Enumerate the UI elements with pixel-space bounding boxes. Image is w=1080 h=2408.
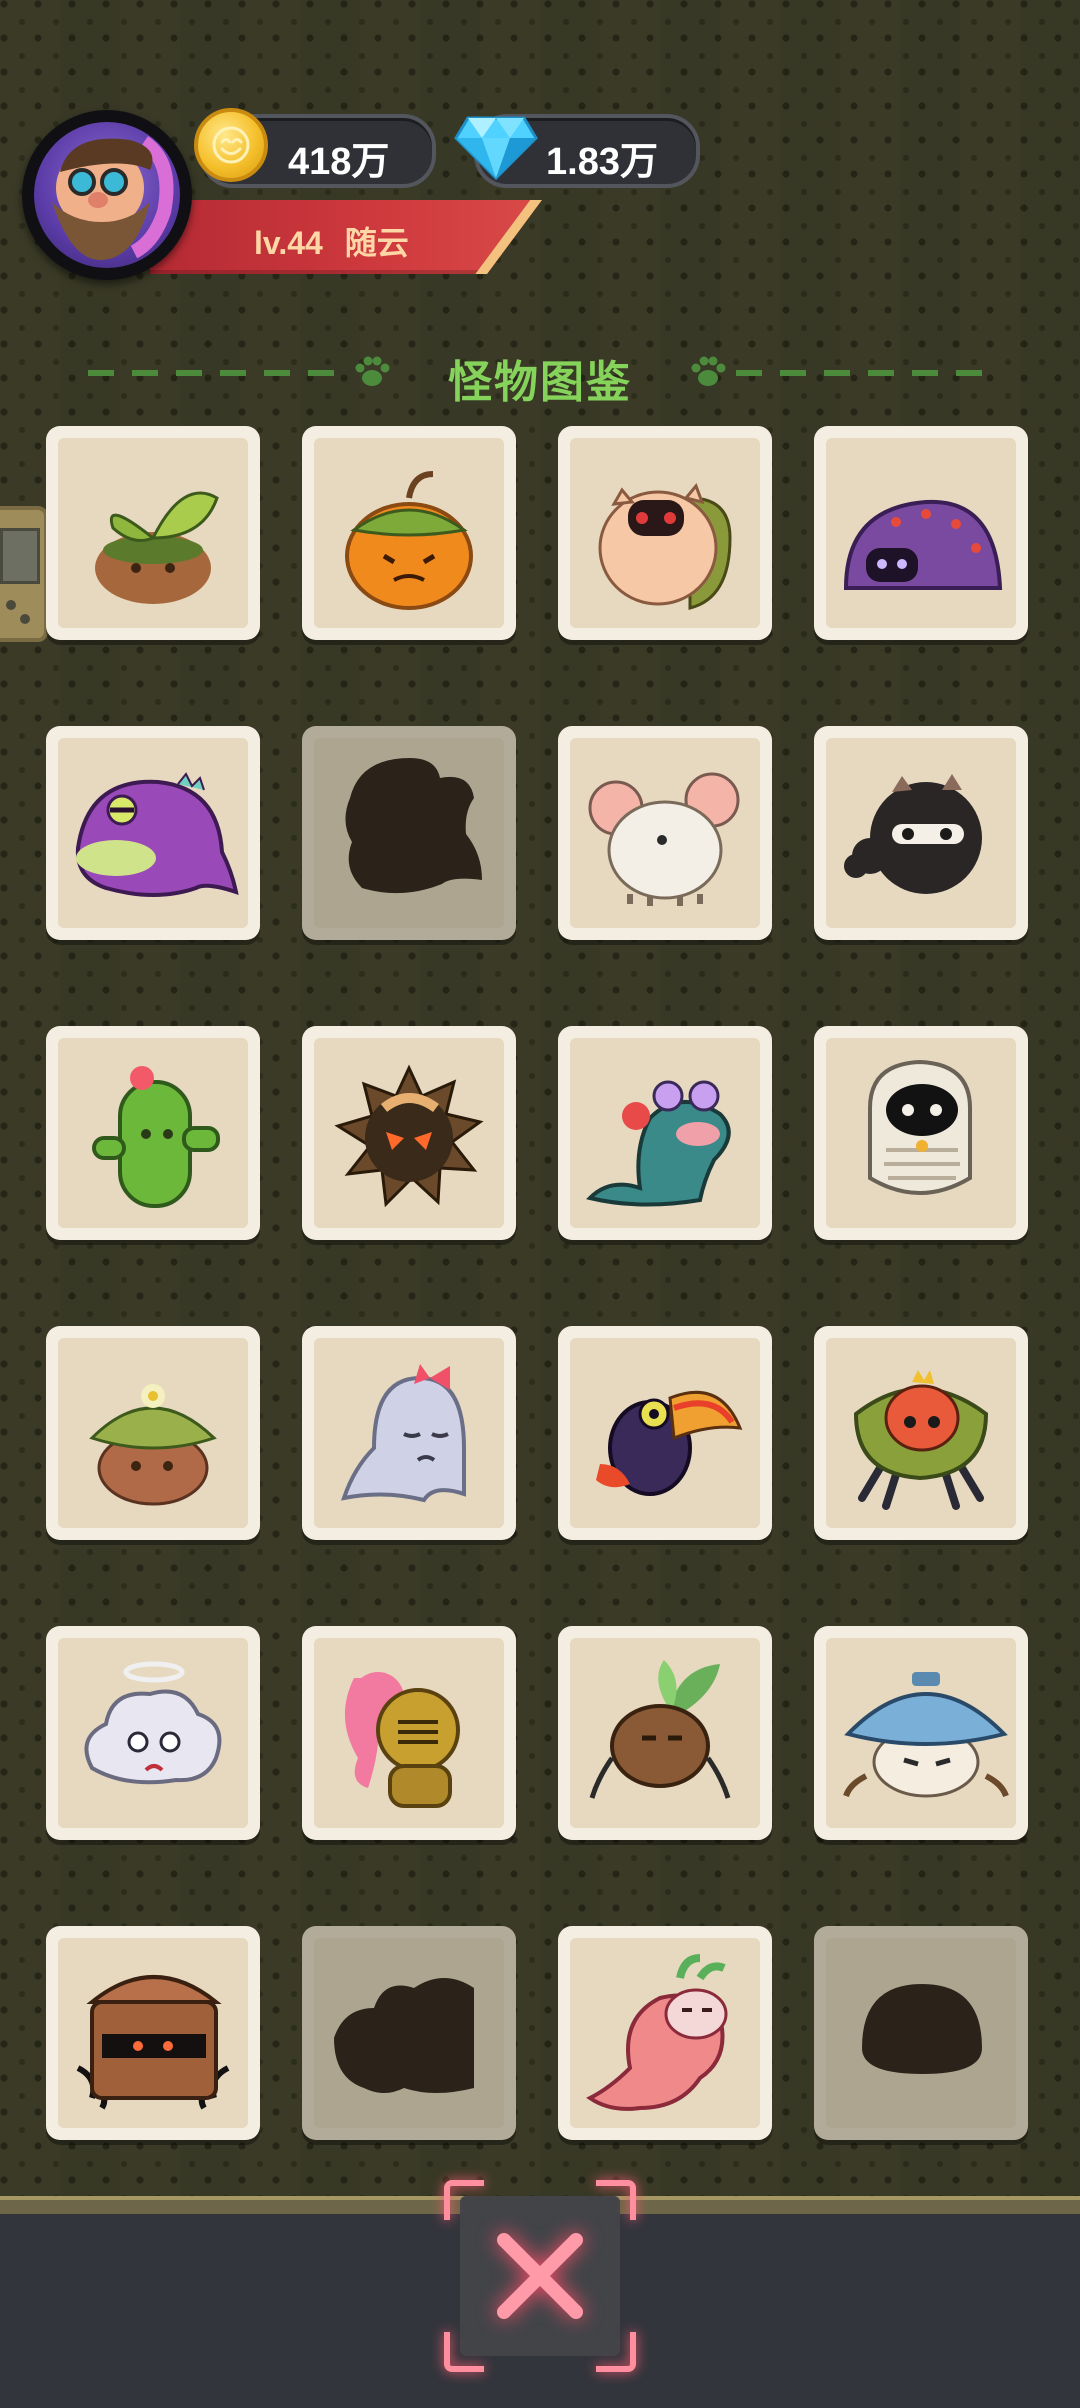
focus-corner [596, 2180, 636, 2220]
knight-monster-icon [344, 1672, 460, 1808]
monster-card-white-mouse-monster[interactable] [558, 726, 772, 940]
monster-card-teal-slug-monster[interactable] [558, 1026, 772, 1240]
monster-card-flower-dirt-monster[interactable] [46, 1326, 260, 1540]
pig-snail-monster-icon [598, 483, 732, 610]
monster-card-unknown-silhouette-1[interactable] [302, 726, 516, 940]
monster-card-cactus-monster[interactable] [46, 1026, 260, 1240]
monster-card-flower-spider-monster[interactable] [814, 1326, 1028, 1540]
player-name: 随云 [344, 225, 409, 261]
monster-card-spiky-chestnut-monster[interactable] [302, 1026, 516, 1240]
monster-card-knight-monster[interactable] [302, 1626, 516, 1840]
monster-grid [46, 426, 1036, 2140]
purple-dino-monster-icon [75, 772, 239, 897]
flower-spider-monster-icon [853, 1370, 989, 1510]
mummy-monster-icon [868, 1059, 972, 1195]
monster-card-mushroom-hat-monster[interactable] [814, 1626, 1028, 1840]
pot-plant-monster-icon [589, 1660, 731, 1799]
angel-cloud-monster-icon [84, 1661, 222, 1785]
monster-card-black-fluff-monster[interactable] [814, 726, 1028, 940]
pumpkin-monster-icon [345, 471, 473, 610]
monster-card-treasure-chest-monster[interactable] [46, 1926, 260, 2140]
player-avatar[interactable] [22, 110, 192, 280]
gem-amount: 1.83万 [546, 141, 658, 183]
treasure-chest-monster-icon [76, 1975, 230, 2110]
monster-card-pot-plant-monster[interactable] [558, 1626, 772, 1840]
page-title-row: 怪物图鉴 [0, 340, 1080, 407]
unknown-silhouette-icon [334, 1978, 474, 2093]
monster-card-toucan-monster[interactable] [558, 1326, 772, 1540]
focus-corner [444, 2332, 484, 2372]
white-mouse-monster-icon [588, 772, 740, 906]
handheld-console-button[interactable] [0, 506, 48, 642]
monster-card-pig-snail-monster[interactable] [558, 426, 772, 640]
purple-berry-blob-monster-icon [843, 499, 1003, 590]
player-info: lv.44 随云 [254, 218, 431, 264]
ghost-with-bow-monster-icon [341, 1364, 466, 1503]
unknown-silhouette-icon [345, 758, 482, 894]
monster-card-angel-cloud-monster[interactable] [46, 1626, 260, 1840]
black-fluff-monster-icon [844, 774, 982, 894]
monster-card-mummy-monster[interactable] [814, 1026, 1028, 1240]
mushroom-hat-monster-icon [843, 1672, 1009, 1798]
monster-card-unknown-silhouette-2[interactable] [302, 1926, 516, 2140]
console-button-dot [20, 614, 30, 624]
unknown-silhouette-icon [862, 1984, 982, 2074]
monster-card-sprout-dirt-monster[interactable] [46, 426, 260, 640]
player-level: lv.44 [254, 225, 323, 261]
cactus-monster-icon [92, 1066, 220, 1208]
console-button-dot [6, 600, 16, 610]
bearded-hero-avatar [34, 122, 180, 268]
spiky-chestnut-monster-icon [334, 1064, 484, 1208]
close-button[interactable] [440, 2176, 640, 2376]
focus-corner [444, 2180, 484, 2220]
teal-slug-monster-icon [586, 1080, 731, 1207]
sprout-dirt-monster-icon [95, 491, 219, 604]
page-title: 怪物图鉴 [448, 358, 632, 407]
monster-card-radish-dragon-monster[interactable] [558, 1926, 772, 2140]
monster-card-purple-dino-monster[interactable] [46, 726, 260, 940]
monster-card-purple-berry-blob-monster[interactable] [814, 426, 1028, 640]
title-divider-right [736, 370, 996, 376]
coin-amount: 418万 [288, 141, 390, 183]
console-screen-icon [0, 528, 40, 584]
flower-dirt-monster-icon [89, 1384, 217, 1506]
monster-card-ghost-with-bow-monster[interactable] [302, 1326, 516, 1540]
toucan-monster-icon [596, 1390, 743, 1496]
blue-diamond-icon [454, 108, 538, 182]
smiley-coin-icon [194, 108, 268, 182]
focus-corner [596, 2332, 636, 2372]
monster-card-pumpkin-monster[interactable] [302, 426, 516, 640]
close-icon [497, 2233, 583, 2319]
paw-icon [691, 356, 726, 386]
radish-dragon-monster-icon [586, 1954, 728, 2111]
monster-card-unknown-silhouette-3[interactable] [814, 1926, 1028, 2140]
